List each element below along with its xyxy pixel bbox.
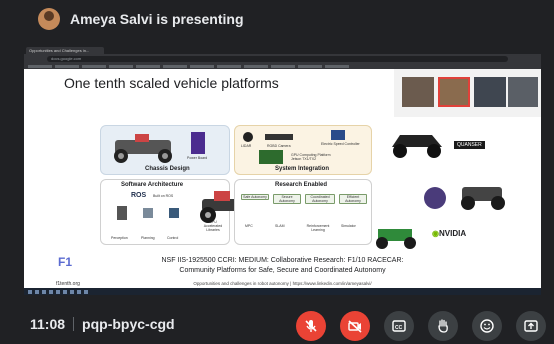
emoji-icon — [480, 319, 494, 333]
research-rl-label: Reinforcement Learning — [306, 224, 330, 232]
gpu-board-image — [259, 150, 283, 164]
browser-toolbar: docs.google.com — [24, 54, 541, 63]
perception-image — [117, 206, 127, 220]
slide-thumbnail — [402, 77, 434, 107]
raise-hand-button[interactable] — [428, 311, 458, 341]
control-label: Control — [167, 236, 179, 240]
meet-window: Ameya Salvi is presenting Opportunities … — [0, 0, 554, 344]
robot-car-image — [461, 187, 505, 210]
research-logo-badge — [424, 187, 446, 209]
ros-logo: ROS — [131, 192, 147, 199]
presenter-name: Ameya Salvi is presenting — [70, 11, 244, 27]
bottom-control-bar: 11:08 pqp-bpyc-cgd CC — [0, 304, 554, 344]
planning-image — [143, 208, 153, 218]
nvidia-logo: ◉NVIDIA — [432, 229, 466, 238]
mic-toggle-button[interactable] — [296, 311, 326, 341]
chassis-design-box: Power Board Chassis Design — [100, 125, 230, 175]
research-pill-secure: Secure Autonomy — [273, 194, 301, 204]
jetbot-car-image — [376, 229, 416, 249]
planning-label: Planning — [141, 236, 155, 240]
captions-button[interactable]: CC — [384, 311, 414, 341]
meeting-time: 11:08 — [30, 316, 66, 332]
meeting-code: pqp-bpyc-cgd — [82, 316, 175, 332]
research-pill-safe: Safe Autonomy — [241, 194, 269, 200]
rgbd-camera-label: RGBD Camera — [267, 144, 291, 148]
research-mpc-label: MPC — [245, 224, 253, 228]
gpu-platform-label: GPU Computing Platform Jetson TX1/TX2 — [291, 153, 331, 161]
browser-tab: Opportunities and Challenges in... — [26, 47, 104, 54]
taskbar — [24, 288, 541, 295]
research-pill-efficient: Efficient Autonomy — [339, 194, 367, 204]
chassis-design-label: Chassis Design — [145, 166, 190, 172]
chassis-image — [114, 134, 172, 163]
nsf-grant-line-2: Community Platforms for Safe, Secure and… — [179, 267, 386, 274]
quanser-car-image — [392, 135, 442, 158]
presenter-bar: Ameya Salvi is presenting — [0, 0, 554, 38]
shared-screen: Opportunities and Challenges in... docs.… — [24, 46, 541, 295]
slide-thumbnail — [438, 77, 470, 107]
url-field: docs.google.com — [47, 55, 508, 62]
camera-toggle-button[interactable] — [340, 311, 370, 341]
system-integration-box: LIDAR RGBD Camera Electric Speed Control… — [234, 125, 372, 175]
slide-thumbnail — [508, 77, 538, 107]
present-icon — [524, 320, 538, 332]
svg-text:CC: CC — [395, 325, 403, 331]
rgbd-camera-image — [265, 134, 293, 140]
speed-controller-image — [331, 130, 345, 140]
speed-controller-label: Electric Speed Controller — [321, 142, 360, 146]
software-architecture-label: Software Architecture — [121, 182, 184, 188]
lidar-label: LIDAR — [241, 144, 252, 148]
raise-hand-icon — [438, 319, 448, 333]
avatar — [38, 8, 60, 30]
quanser-logo: QUANSER — [454, 141, 485, 149]
present-button[interactable] — [516, 311, 546, 341]
camera-off-icon — [348, 320, 362, 333]
research-enabled-label: Research Enabled — [275, 182, 328, 188]
ros-sub-label: Built on ROS — [153, 194, 174, 198]
power-board-image — [191, 132, 205, 154]
perception-label: Perception — [111, 236, 128, 240]
research-slam-label: SLAM — [275, 224, 285, 228]
nvidia-label: NVIDIA — [438, 229, 467, 238]
research-simulator-label: Simulator — [341, 224, 356, 228]
control-image — [169, 208, 179, 218]
slide-thumbnails — [394, 69, 541, 117]
meeting-info: 11:08 pqp-bpyc-cgd — [30, 316, 175, 332]
lidar-image — [243, 132, 253, 142]
f1tenth-logo: F1 — [58, 255, 73, 269]
slide-title: One tenth scaled vehicle platforms — [64, 75, 279, 91]
slide: One tenth scaled vehicle platforms Power… — [24, 69, 541, 295]
power-board-label: Power Board — [187, 156, 208, 160]
mic-off-icon — [305, 320, 317, 332]
nvidia-eye-icon: ◉ — [432, 229, 439, 238]
research-enabled-box: Research Enabled Safe Autonomy Secure Au… — [234, 179, 372, 245]
research-pill-coordinated: Coordinated Autonomy — [305, 194, 335, 204]
f1tenth-url: f1tenth.org — [56, 281, 80, 287]
system-integration-label: System Integration — [275, 166, 330, 172]
emoji-button[interactable] — [472, 311, 502, 341]
captions-icon: CC — [392, 320, 406, 332]
slide-thumbnail — [474, 77, 506, 107]
browser-tab-strip: Opportunities and Challenges in... — [24, 46, 541, 54]
nsf-grant-line-1: NSF IIS-1925500 CCRI: MEDIUM: Collaborat… — [161, 257, 404, 264]
slide-credit: Opportunities and challenges in robot au… — [193, 281, 372, 286]
